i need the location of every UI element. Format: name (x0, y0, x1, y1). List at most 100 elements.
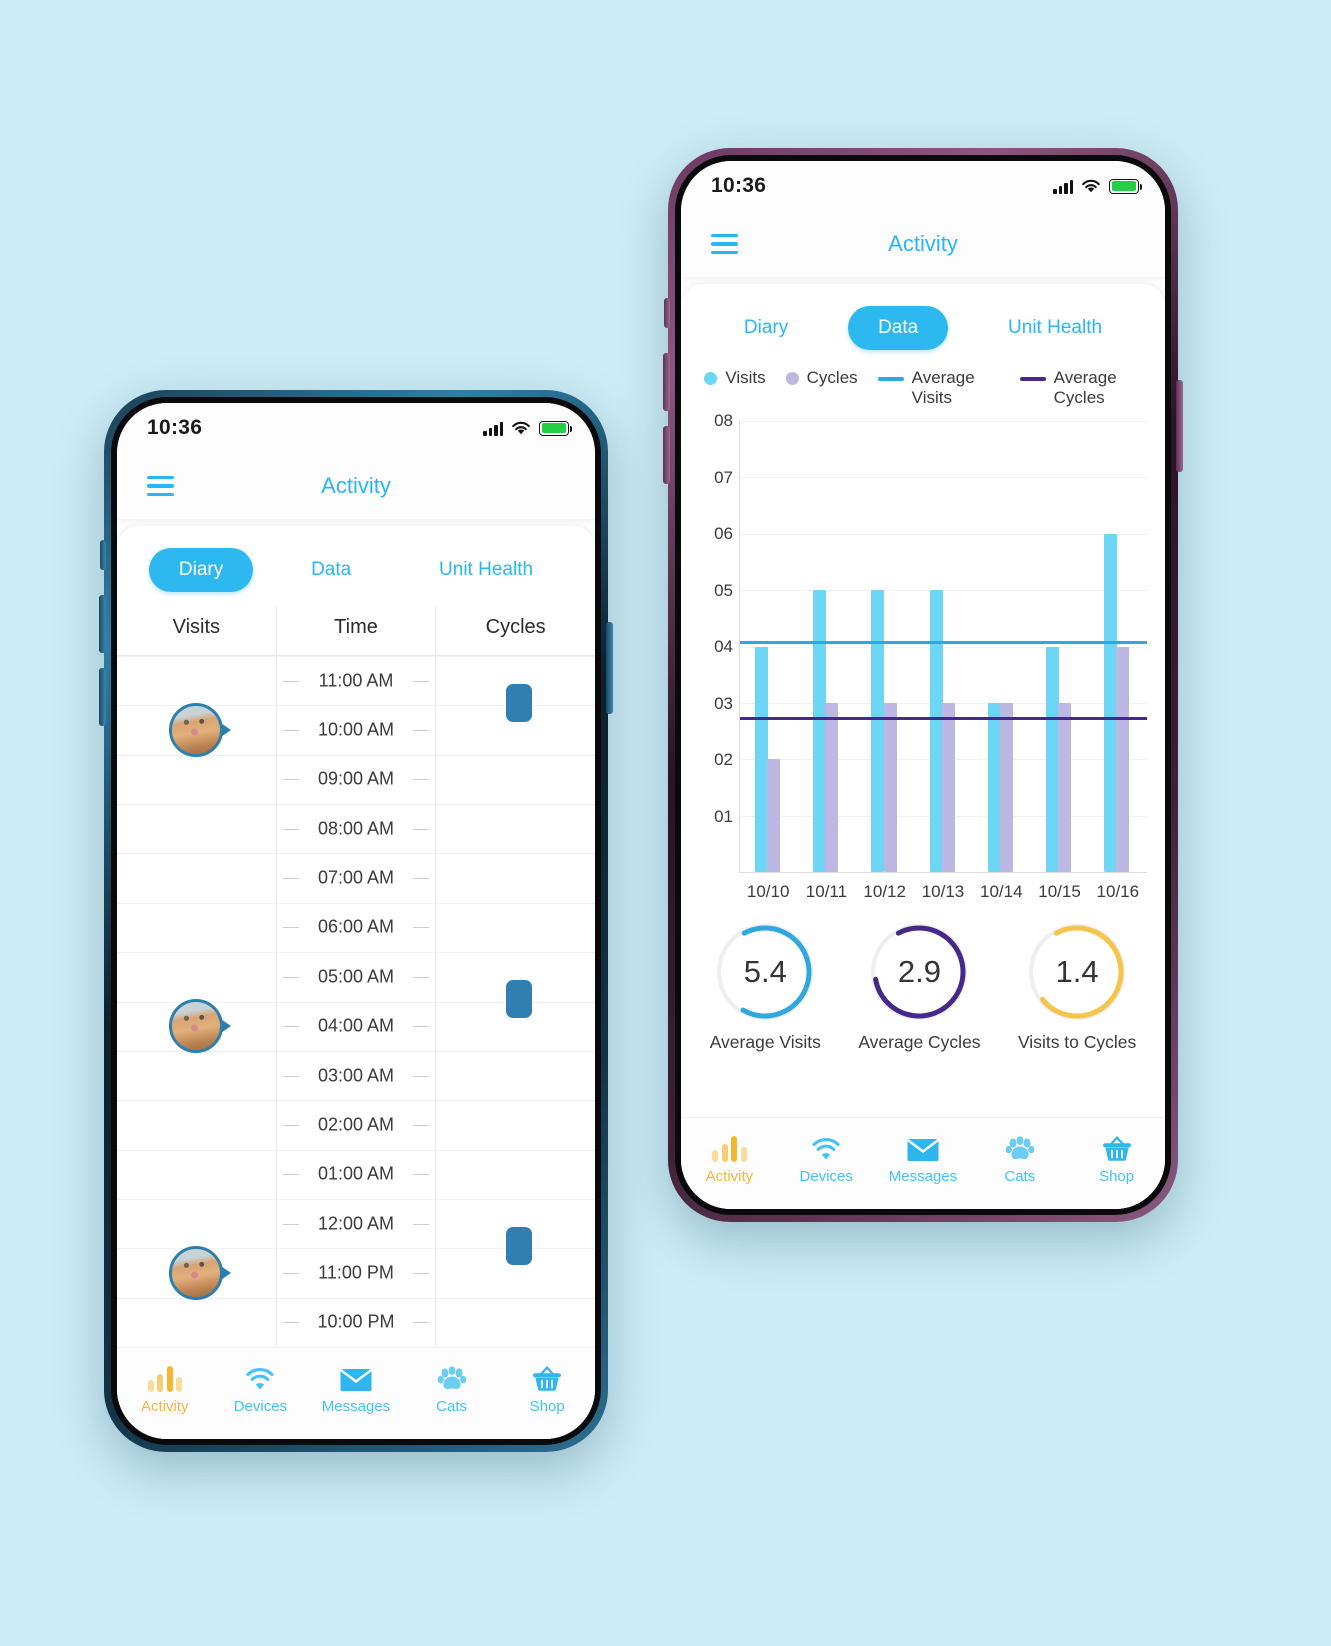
chart-bar (813, 590, 827, 873)
chart-y-axis: 01 02 03 04 05 06 07 08 (691, 411, 739, 873)
nav-item-activity[interactable]: Activity (681, 1132, 778, 1185)
nav-icon-wrap (437, 1362, 467, 1392)
nav-item-label: Devices (233, 1398, 288, 1415)
signal-bars-icon (1053, 179, 1073, 194)
timeline-gridline (436, 1100, 595, 1102)
nav-icon-wrap (1005, 1132, 1035, 1162)
phone-left: 10:36 Activity Diary Data Unit Health Vi… (99, 390, 613, 1452)
timeline-gridline (276, 952, 436, 954)
nav-item-label: Activity (705, 1168, 754, 1185)
cycle-marker[interactable] (505, 1226, 532, 1265)
metric-item: 5.4 Average Visits (710, 924, 821, 1053)
timeline-tick (282, 1124, 299, 1126)
power-button[interactable] (1176, 380, 1183, 472)
timeline-time-column: 11:00 AM 10:00 AM 09:00 AM 08:00 AM 07:00 AM… (276, 656, 437, 1347)
chart-gridline (740, 533, 1147, 535)
timeline-hour-label: 10:00 AM (317, 719, 395, 740)
timeline-gridline (117, 853, 276, 855)
cat-avatar[interactable] (169, 999, 224, 1054)
tab-unit-health[interactable]: Unit Health (409, 548, 563, 592)
nav-item-cats[interactable]: Cats (404, 1362, 500, 1415)
timeline-hour-label: 07:00 AM (317, 867, 395, 888)
timeline-tick (282, 730, 299, 732)
status-time: 10:36 (147, 416, 203, 439)
bottom-nav-left[interactable]: Activity Devices Messages Cats Shop (117, 1347, 595, 1439)
x-axis-tick-label: 10/11 (805, 882, 848, 902)
tab-unit-health[interactable]: Unit Health (978, 306, 1132, 350)
y-axis-tick-label: 08 (714, 411, 733, 431)
timeline-gridline (276, 754, 436, 756)
column-header-cycles: Cycles (435, 606, 595, 655)
timeline-tick (413, 1174, 430, 1176)
timeline-gridline (276, 1100, 436, 1102)
nav-item-cats[interactable]: Cats (971, 1132, 1068, 1185)
metric-ring: 2.9 (871, 924, 968, 1021)
bottom-nav-right[interactable]: Activity Devices Messages Cats Shop (681, 1117, 1165, 1209)
chart-gridline (740, 646, 1147, 648)
x-axis-tick-label: 10/15 (1038, 882, 1081, 902)
legend-label: Average Cycles (1053, 368, 1117, 407)
nav-item-messages[interactable]: Messages (308, 1362, 404, 1415)
y-axis-tick-label: 03 (714, 693, 733, 713)
bar-chart[interactable]: 01 02 03 04 05 06 07 08 (691, 411, 1147, 874)
hamburger-menu-icon[interactable] (711, 233, 738, 255)
volume-down-button[interactable] (99, 668, 106, 726)
tab-diary[interactable]: Diary (148, 548, 254, 592)
timeline-gridline (436, 1198, 595, 1200)
timeline-tick (413, 1075, 430, 1077)
status-indicators (1053, 178, 1142, 194)
legend-label: Visits (725, 368, 766, 387)
app-header: Activity (117, 453, 595, 519)
metric-label: Visits to Cycles (1017, 1032, 1137, 1053)
status-time: 10:36 (711, 174, 767, 197)
segment-tabs-left: Diary Data Unit Health (117, 526, 595, 606)
chart-container: 01 02 03 04 05 06 07 08 10/10 10/11 10/12 10/13 10/… (681, 411, 1165, 902)
timeline-tick (282, 828, 299, 830)
y-axis-tick-label: 05 (714, 580, 733, 600)
nav-item-messages[interactable]: Messages (875, 1132, 972, 1185)
tab-data[interactable]: Data (281, 548, 381, 592)
signal-bars-icon (483, 421, 503, 436)
diary-table-header: Visits Time Cycles (117, 606, 595, 656)
nav-item-label: Cats (1004, 1168, 1036, 1185)
nav-item-label: Shop (1099, 1168, 1135, 1185)
timeline-hour-label: 08:00 AM (317, 818, 395, 839)
timeline-tick (413, 878, 430, 880)
timeline-gridline (276, 1297, 436, 1299)
chart-bar (941, 702, 955, 873)
wifi-icon (512, 421, 530, 434)
status-bar: 10:36 (681, 161, 1165, 211)
power-button[interactable] (606, 622, 613, 714)
nav-item-shop[interactable]: Shop (1068, 1132, 1165, 1185)
nav-item-devices[interactable]: Devices (213, 1362, 309, 1415)
volume-up-button[interactable] (663, 353, 670, 411)
timeline-tick (413, 779, 430, 781)
cycle-marker[interactable] (505, 683, 532, 722)
tab-diary[interactable]: Diary (714, 306, 818, 350)
basket-icon (533, 1366, 562, 1391)
nav-item-devices[interactable]: Devices (778, 1132, 875, 1185)
chart-bar (999, 702, 1013, 873)
nav-item-label: Cats (436, 1398, 467, 1415)
nav-item-activity[interactable]: Activity (117, 1362, 213, 1415)
volume-down-button[interactable] (663, 426, 670, 484)
chart-gridline (740, 421, 1147, 423)
cycle-marker[interactable] (505, 980, 532, 1019)
timeline-gridline (117, 1100, 276, 1102)
mute-switch[interactable] (664, 298, 670, 328)
timeline-tick (413, 1124, 430, 1126)
volume-up-button[interactable] (99, 595, 106, 653)
cat-avatar[interactable] (169, 703, 224, 758)
timeline-hour-label: 10:00 PM (317, 1311, 395, 1332)
diary-timeline[interactable]: 11:00 AM 10:00 AM 09:00 AM 08:00 AM 07:00 AM… (117, 656, 595, 1347)
timeline-tick (413, 1026, 430, 1028)
metric-ring: 1.4 (1029, 924, 1126, 1021)
timeline-gridline (436, 952, 595, 954)
mute-switch[interactable] (100, 540, 106, 570)
nav-item-shop[interactable]: Shop (499, 1362, 595, 1415)
tab-data[interactable]: Data (848, 306, 949, 350)
hamburger-menu-icon[interactable] (147, 475, 174, 497)
timeline-hour-label: 01:00 AM (317, 1163, 395, 1184)
chart-plot-area (739, 421, 1147, 874)
cat-avatar[interactable] (169, 1245, 224, 1300)
